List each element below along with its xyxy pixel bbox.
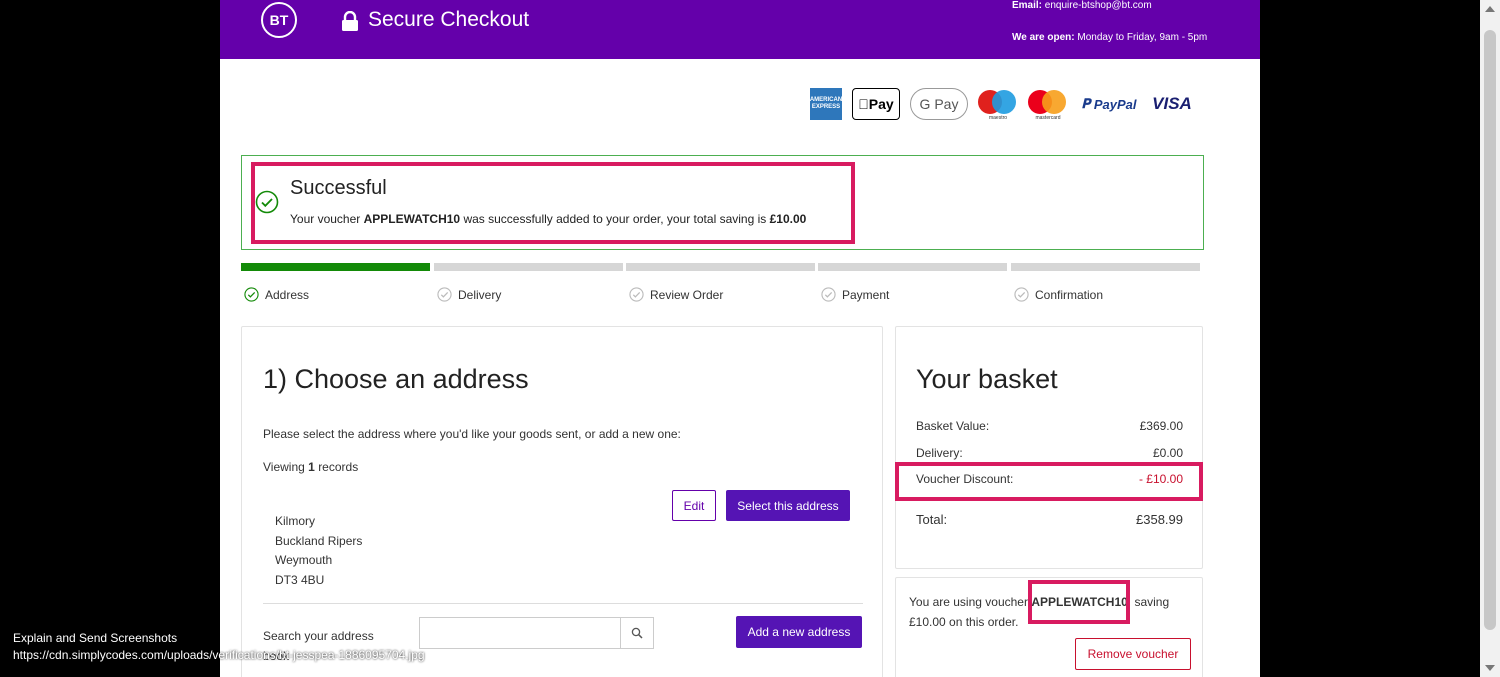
delivery-row: Delivery: £0.00 [916,446,1183,460]
paypal-logo: 𝐏 PayPal [1081,96,1137,112]
checkout-page: BT Secure Checkout Email: enquire-btshop… [220,0,1260,677]
step-check-icon [629,287,644,302]
saved-address: Kilmory Buckland Ripers Weymouth DT3 4BU [275,512,362,590]
progress-bar-segment [241,263,430,271]
step-label: Payment [842,287,890,302]
page-title: Secure Checkout [368,8,530,31]
total-row: Total: £358.99 [916,512,1183,527]
records-count: Viewing 1 records [263,460,359,474]
amex-logo: AMERICAN EXPRESS [810,88,842,120]
step-label: Review Order [650,287,724,302]
annotation-highlight-discount [895,462,1203,501]
address-search-input[interactable] [419,617,620,649]
scroll-up-icon[interactable] [1485,6,1495,12]
step-check-icon [437,287,452,302]
step-confirmation: Confirmation [1011,263,1200,302]
progress-bar-segment [1011,263,1200,271]
step-address[interactable]: Address [241,263,430,302]
step-check-icon [1014,287,1029,302]
page-scrollbar[interactable] [1480,0,1500,677]
add-new-address-button[interactable]: Add a new address [736,616,862,648]
progress-bar-segment [818,263,1007,271]
checkout-header: BT Secure Checkout Email: enquire-btshop… [220,0,1260,59]
address-section-title: 1) Choose an address [263,364,529,394]
progress-bar-segment [434,263,623,271]
maestro-logo: maestro [978,88,1018,121]
step-check-icon [244,287,259,302]
step-payment: Payment [818,263,1007,302]
scroll-down-icon[interactable] [1485,665,1495,671]
caption-title: Explain and Send Screenshots [13,631,178,645]
basket-value-row: Basket Value: £369.00 [916,419,1183,433]
basket-card: Your basket Basket Value: £369.00 Deliver… [895,326,1203,569]
google-pay-logo: G Pay [910,88,968,120]
step-review-order: Review Order [626,263,815,302]
bt-logo[interactable]: BT [261,2,297,38]
screenshot-caption: Explain and Send Screenshots https://cdn… [13,630,425,664]
opening-hours: We are open: Monday to Friday, 9am - 5pm [1012,32,1208,43]
remove-voucher-button[interactable]: Remove voucher [1075,638,1191,670]
address-line: Weymouth [275,553,333,567]
divider [263,603,863,604]
visa-logo: VISA [1152,94,1192,113]
scrollbar-thumb[interactable] [1484,30,1496,630]
mastercard-logo: mastercard [1028,88,1068,121]
address-line: Buckland Ripers [275,533,363,548]
step-label: Address [265,287,310,302]
lock-icon [342,11,358,31]
contact-email: Email: enquire-btshop@bt.com [1012,0,1152,11]
apple-icon:  [858,96,869,112]
address-line: DT3 4BU [275,572,325,587]
step-check-icon [821,287,836,302]
address-search-button[interactable] [620,617,654,649]
apple-pay-logo: Pay [852,88,900,120]
annotation-highlight-voucher [1028,580,1130,624]
address-card: 1) Choose an address Please select the a… [241,326,883,677]
address-line: Kilmory [275,514,316,528]
search-icon [631,627,643,639]
step-delivery: Delivery [434,263,623,302]
progress-bar-segment [626,263,815,271]
caption-url: https://cdn.simplycodes.com/uploads/veri… [13,648,425,662]
step-label: Confirmation [1035,287,1104,302]
payment-methods: AMERICAN EXPRESS Pay G Pay maestro mast… [810,87,1194,121]
contact-email-link[interactable]: enquire-btshop@bt.com [1045,0,1152,11]
select-address-button[interactable]: Select this address [726,490,850,521]
annotation-highlight-success [251,162,855,244]
step-label: Delivery [458,287,502,302]
page: BT Secure Checkout Email: enquire-btshop… [0,0,1500,677]
edit-address-button[interactable]: Edit [672,490,716,521]
basket-title: Your basket [916,364,1058,394]
address-instruction: Please select the address where you'd li… [263,427,681,441]
